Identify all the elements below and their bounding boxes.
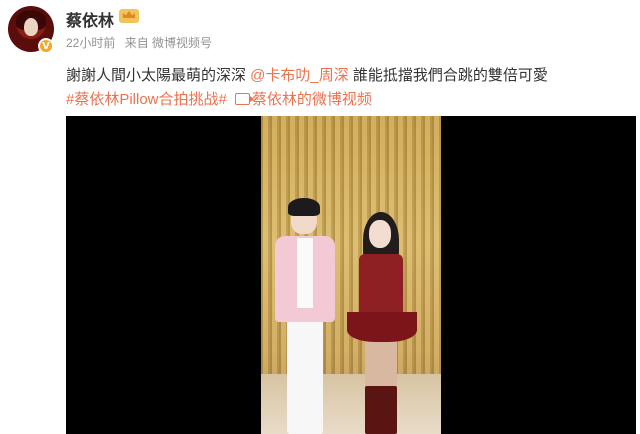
post-text: 謝謝人間小太陽最萌的深深: [66, 67, 251, 84]
post-time[interactable]: 22小时前: [66, 36, 115, 50]
performer-right-skirt: [347, 312, 417, 342]
crown-badge-icon[interactable]: [119, 9, 139, 23]
post-source[interactable]: 来自 微博视频号: [125, 36, 212, 50]
performer-right-top: [359, 254, 403, 318]
verified-badge: V: [38, 38, 54, 54]
post-text-line-1: 謝謝人間小太陽最萌的深深 @卡布叻_周深 誰能抵擋我們合跳的雙倍可愛: [66, 64, 548, 85]
video-frame[interactable]: [261, 116, 441, 434]
post-meta: 22小时前 来自 微博视频号: [66, 34, 218, 51]
avatar-face: [24, 18, 38, 36]
hashtag-link[interactable]: #蔡依林Pillow合拍挑战#: [66, 91, 227, 108]
video-icon: [234, 93, 254, 105]
performer-left-legs: [287, 320, 323, 434]
post-text-tail: 誰能抵擋我們合跳的雙倍可愛: [348, 67, 548, 84]
video-player[interactable]: [66, 116, 636, 434]
post-text-line-2: #蔡依林Pillow合拍挑战# 蔡依林的微博视频: [66, 88, 372, 109]
video-source-link[interactable]: 蔡依林的微博视频: [252, 91, 372, 108]
mention-link[interactable]: @卡布叻_周深: [250, 67, 349, 84]
performer-right-head: [369, 220, 391, 248]
performer-left-shirt: [297, 238, 313, 308]
username[interactable]: 蔡依林: [66, 7, 114, 31]
performer-left-hair: [288, 198, 320, 216]
performer-right-boots: [365, 386, 397, 434]
